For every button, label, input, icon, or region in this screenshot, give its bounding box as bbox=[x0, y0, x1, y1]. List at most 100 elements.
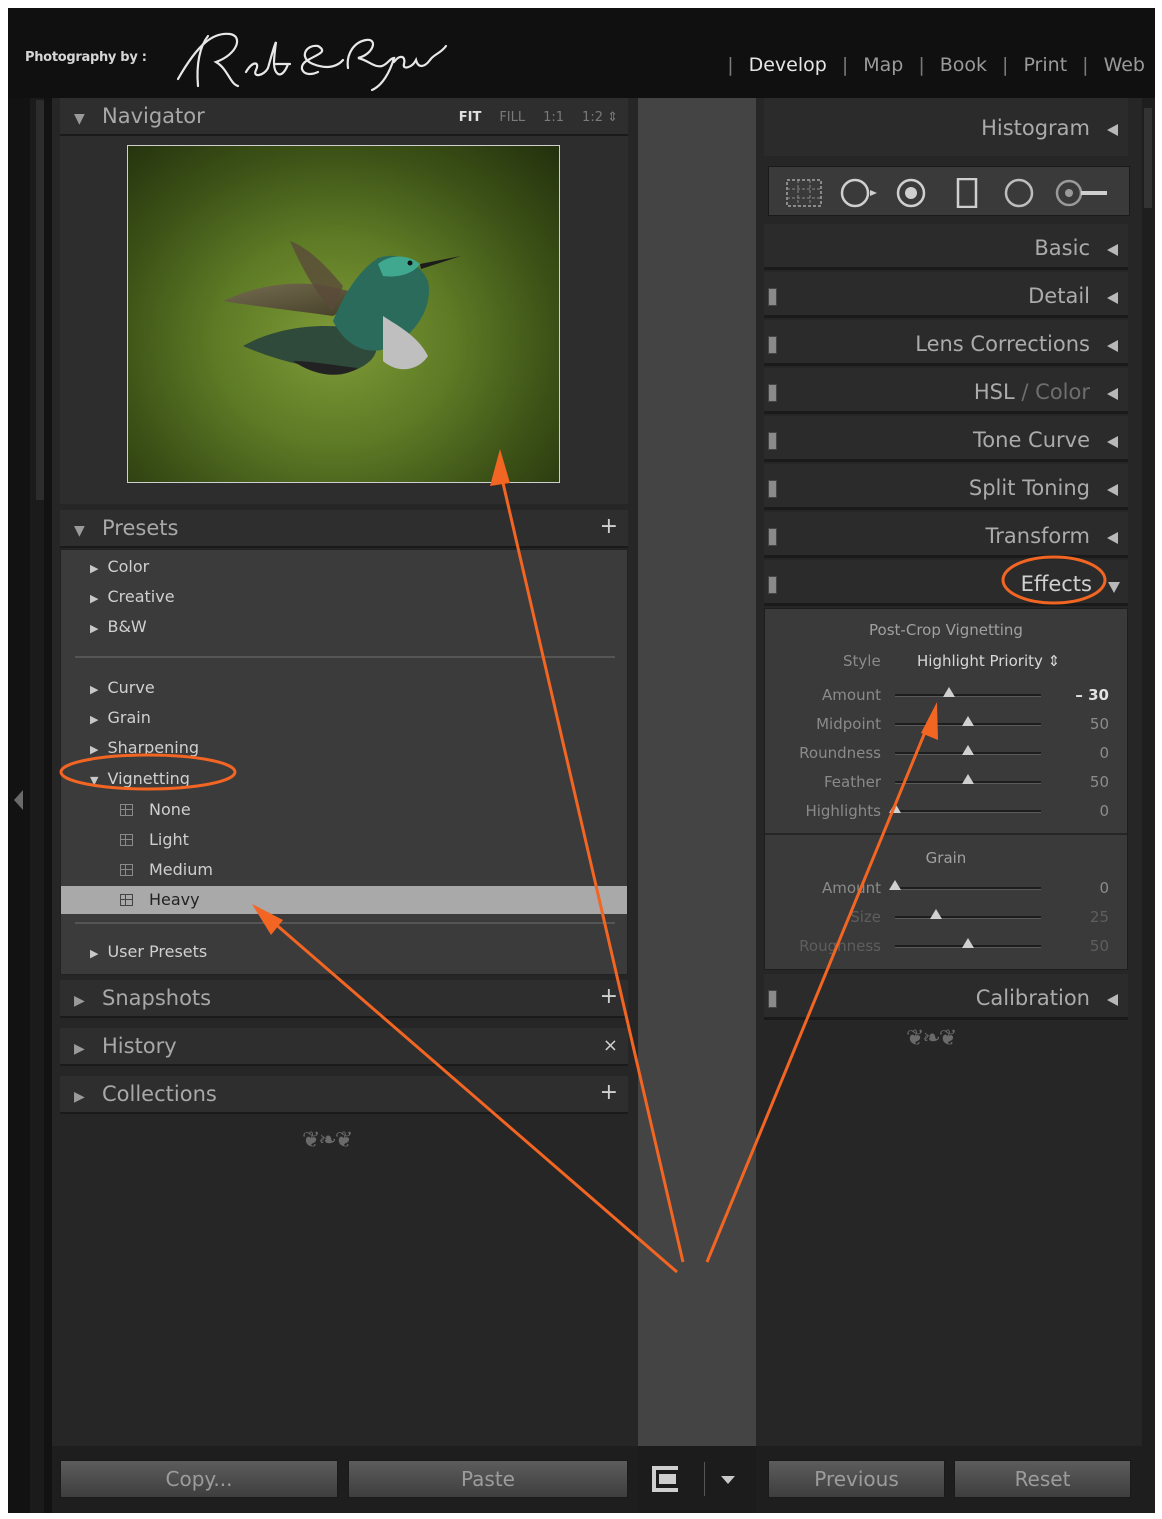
preset-item-heavy-selected[interactable]: Heavy bbox=[61, 886, 627, 914]
slider-thumb[interactable] bbox=[962, 745, 974, 755]
tone-curve-header[interactable]: Tone Curve bbox=[764, 416, 1128, 462]
hsl-color-header[interactable]: HSL / Color bbox=[764, 368, 1128, 414]
preset-folder-sharpening[interactable]: ▶ Sharpening bbox=[90, 738, 199, 757]
adjustment-brush-icon[interactable] bbox=[1055, 178, 1115, 208]
transform-header[interactable]: Transform bbox=[764, 512, 1128, 558]
split-toning-header[interactable]: Split Toning bbox=[764, 464, 1128, 510]
preset-folder-user-presets[interactable]: ▶ User Presets bbox=[90, 942, 207, 961]
histogram-header[interactable]: Histogram bbox=[764, 98, 1128, 156]
preset-folder-curve[interactable]: ▶ Curve bbox=[90, 678, 155, 697]
preset-folder-bw[interactable]: ▶ B&W bbox=[90, 617, 147, 636]
expand-triangle-icon: ▶ bbox=[90, 622, 99, 635]
preset-item-light[interactable]: Light bbox=[120, 830, 189, 849]
expand-triangle-icon: ▶ bbox=[90, 683, 99, 696]
slider-thumb[interactable] bbox=[889, 803, 901, 813]
copy-button[interactable]: Copy... bbox=[60, 1460, 338, 1498]
slider-thumb[interactable] bbox=[943, 687, 956, 697]
preset-folder-color[interactable]: ▶ Color bbox=[90, 557, 149, 576]
slider-thumb[interactable] bbox=[962, 774, 974, 784]
slider-track[interactable] bbox=[895, 909, 1041, 919]
right-panel-scrollbar[interactable] bbox=[1142, 98, 1155, 1446]
slider-track[interactable] bbox=[889, 880, 1041, 890]
zoom-fill[interactable]: FILL bbox=[499, 110, 525, 125]
presets-header[interactable]: ▼ Presets + bbox=[60, 510, 628, 548]
slider-thumb[interactable] bbox=[889, 880, 901, 890]
panel-switch-icon[interactable] bbox=[768, 288, 777, 306]
preset-folder-label: Sharpening bbox=[107, 738, 200, 757]
graduated-filter-icon[interactable] bbox=[955, 178, 981, 208]
lens-corrections-header[interactable]: Lens Corrections bbox=[764, 320, 1128, 366]
module-map[interactable]: Map bbox=[863, 54, 903, 76]
add-preset-icon[interactable]: + bbox=[600, 514, 618, 539]
vignette-style-select[interactable]: Highlight Priority ⇕ bbox=[917, 652, 1060, 670]
slider-track[interactable] bbox=[895, 938, 1041, 948]
hsl-tab[interactable]: HSL bbox=[974, 380, 1015, 404]
radial-filter-icon[interactable] bbox=[1003, 178, 1037, 208]
module-separator: | bbox=[1082, 54, 1089, 76]
slider-value[interactable]: 50 bbox=[1090, 937, 1109, 955]
preset-folder-vignetting[interactable]: ▼ Vignetting bbox=[90, 769, 190, 788]
show-left-panel-icon[interactable] bbox=[14, 790, 23, 810]
calibration-header[interactable]: Calibration bbox=[764, 974, 1128, 1020]
panel-switch-icon[interactable] bbox=[768, 990, 777, 1008]
preset-item-none[interactable]: None bbox=[120, 800, 191, 819]
collections-header[interactable]: ▶ Collections + bbox=[60, 1076, 628, 1114]
navigator-preview[interactable] bbox=[60, 136, 628, 504]
slider-value[interactable]: – 30 bbox=[1075, 686, 1109, 704]
detail-header[interactable]: Detail bbox=[764, 272, 1128, 318]
panel-switch-icon[interactable] bbox=[768, 576, 777, 594]
scrollbar-thumb[interactable] bbox=[1144, 108, 1152, 208]
preset-item-heavy[interactable]: Heavy bbox=[120, 890, 200, 909]
slider-value[interactable]: 0 bbox=[1099, 744, 1109, 762]
slider-value[interactable]: 50 bbox=[1090, 773, 1109, 791]
basic-header[interactable]: Basic bbox=[764, 224, 1128, 270]
zoom-fit[interactable]: FIT bbox=[459, 110, 482, 125]
panel-switch-icon[interactable] bbox=[768, 336, 777, 354]
module-book[interactable]: Book bbox=[940, 54, 987, 76]
slider-value[interactable]: 0 bbox=[1099, 802, 1109, 820]
slider-track[interactable] bbox=[895, 774, 1041, 784]
red-eye-icon[interactable] bbox=[895, 178, 929, 208]
toolbar-dropdown-icon[interactable] bbox=[721, 1476, 735, 1484]
preset-folder-creative[interactable]: ▶ Creative bbox=[90, 587, 175, 606]
split-toning-title: Split Toning bbox=[968, 476, 1090, 500]
zoom-1-2[interactable]: 1:2 ⇕ bbox=[582, 110, 618, 125]
slider-track[interactable] bbox=[895, 687, 1041, 697]
preset-folder-grain[interactable]: ▶ Grain bbox=[90, 708, 151, 727]
loupe-view-icon[interactable] bbox=[652, 1466, 678, 1492]
slider-track[interactable] bbox=[895, 716, 1041, 726]
reset-button[interactable]: Reset bbox=[954, 1460, 1131, 1498]
zoom-1-1[interactable]: 1:1 bbox=[543, 110, 564, 125]
panel-switch-icon[interactable] bbox=[768, 384, 777, 402]
slider-thumb[interactable] bbox=[962, 716, 974, 726]
slider-track[interactable] bbox=[889, 803, 1041, 813]
left-panel-scrollbar[interactable] bbox=[36, 100, 44, 500]
snapshots-header[interactable]: ▶ Snapshots + bbox=[60, 980, 628, 1018]
module-print[interactable]: Print bbox=[1023, 54, 1067, 76]
history-header[interactable]: ▶ History × bbox=[60, 1028, 628, 1066]
slider-track[interactable] bbox=[895, 745, 1041, 755]
slider-value[interactable]: 50 bbox=[1090, 715, 1109, 733]
crop-overlay-icon[interactable] bbox=[785, 178, 823, 208]
panel-switch-icon[interactable] bbox=[768, 528, 777, 546]
color-tab[interactable]: Color bbox=[1035, 380, 1090, 404]
add-snapshot-icon[interactable]: + bbox=[600, 984, 618, 1009]
photo-thumbnail[interactable] bbox=[127, 145, 560, 483]
slider-thumb[interactable] bbox=[962, 938, 974, 948]
effects-header[interactable]: Effects bbox=[764, 560, 1128, 606]
panel-switch-icon[interactable] bbox=[768, 432, 777, 450]
paste-button[interactable]: Paste bbox=[348, 1460, 628, 1498]
vignette-slider-row: Feather 50 bbox=[765, 771, 1127, 793]
slider-value[interactable]: 0 bbox=[1099, 879, 1109, 897]
slider-value[interactable]: 25 bbox=[1090, 908, 1109, 926]
navigator-header[interactable]: ▼ Navigator FIT FILL 1:1 1:2 ⇕ bbox=[60, 98, 628, 136]
spot-removal-icon[interactable] bbox=[839, 178, 885, 208]
module-web[interactable]: Web bbox=[1104, 54, 1145, 76]
add-collection-icon[interactable]: + bbox=[600, 1080, 618, 1105]
preset-item-medium[interactable]: Medium bbox=[120, 860, 213, 879]
panel-switch-icon[interactable] bbox=[768, 480, 777, 498]
module-develop[interactable]: Develop bbox=[749, 54, 827, 76]
previous-button[interactable]: Previous bbox=[768, 1460, 945, 1498]
clear-history-icon[interactable]: × bbox=[603, 1035, 618, 1056]
slider-thumb[interactable] bbox=[929, 909, 942, 919]
